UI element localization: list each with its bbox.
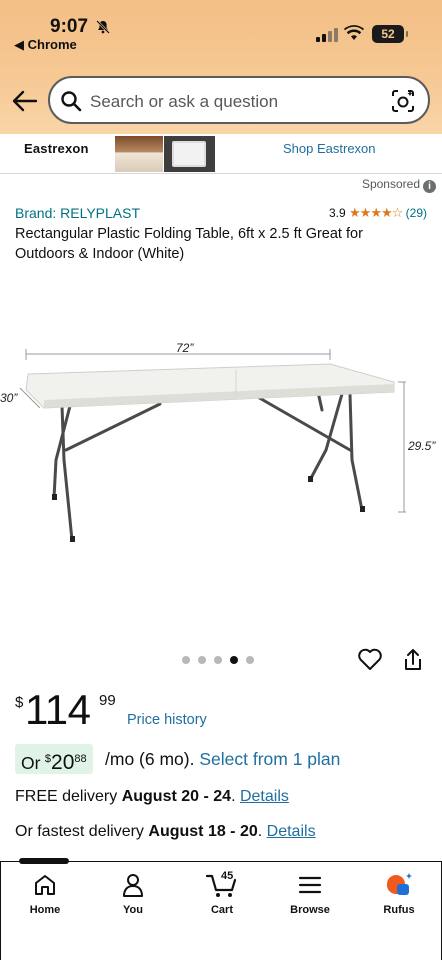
rufus-icon	[386, 873, 412, 895]
status-bar: 9:07 ◀ Chrome 52	[0, 0, 442, 56]
monthly-price-badge: Or $2088	[15, 744, 93, 774]
battery-indicator: 52	[372, 25, 408, 43]
delivery-details-link[interactable]: Details	[240, 788, 289, 805]
heart-icon[interactable]	[357, 647, 383, 671]
rating-summary[interactable]: 3.9 ★★★★☆ (29)	[329, 205, 427, 221]
fastest-delivery-info: Or fastest delivery August 18 - 20. Deta…	[15, 823, 316, 840]
back-to-chrome[interactable]: ◀ Chrome	[14, 37, 77, 53]
sponsored-label[interactable]: Sponsored i	[362, 177, 436, 193]
brand-thumbnail-product	[164, 136, 215, 172]
tab-rufus[interactable]: Rufus	[359, 872, 439, 916]
status-time: 9:07	[50, 16, 89, 37]
fastest-details-link[interactable]: Details	[267, 823, 316, 840]
tab-home[interactable]: Home	[5, 872, 85, 916]
bottom-tab-bar: Home You 45 Cart Browse Rufus	[0, 858, 442, 960]
info-icon[interactable]: i	[423, 180, 436, 193]
dimension-height: 29.5”	[407, 439, 436, 453]
rating-value: 3.9	[329, 206, 346, 220]
tab-browse[interactable]: Browse	[270, 872, 350, 916]
brand-logo: Eastrexon	[24, 141, 89, 156]
select-plan-link[interactable]: Select from 1 plan	[199, 749, 340, 769]
share-icon[interactable]	[402, 648, 424, 672]
back-arrow-icon[interactable]	[10, 88, 38, 114]
bell-muted-icon	[96, 20, 110, 34]
carousel-dot[interactable]	[182, 656, 190, 664]
delivery-info: FREE delivery August 20 - 24. Details	[15, 788, 289, 805]
dimension-length: 72”	[176, 341, 194, 355]
tab-cart[interactable]: 45 Cart	[182, 870, 262, 916]
carousel-dot[interactable]	[198, 656, 206, 664]
wifi-icon	[344, 25, 364, 40]
price-fraction: 99	[99, 692, 116, 709]
star-rating-icon: ★★★★☆	[349, 205, 403, 220]
search-icon	[61, 91, 82, 112]
review-count[interactable]: (29)	[406, 206, 427, 220]
product-title: Rectangular Plastic Folding Table, 6ft x…	[15, 226, 363, 262]
dimension-width: 30”	[0, 391, 18, 405]
cart-count: 45	[221, 870, 234, 882]
person-icon	[123, 874, 143, 897]
brand-link[interactable]: Brand: RELYPLAST	[15, 205, 140, 221]
tab-you[interactable]: You	[93, 872, 173, 916]
menu-icon	[298, 876, 322, 894]
carousel-dot[interactable]	[246, 656, 254, 664]
search-placeholder[interactable]: Search or ask a question	[90, 92, 278, 112]
price-history-link[interactable]: Price history	[127, 712, 207, 728]
product-image[interactable]: 72” 30” 29.5”	[0, 330, 442, 550]
brand-thumbnail-room	[115, 136, 163, 172]
camera-lens-icon[interactable]	[390, 88, 416, 114]
price-whole: 114	[25, 686, 91, 733]
floating-handle	[19, 858, 69, 864]
cellular-signal-icon	[316, 28, 338, 42]
shop-brand-link[interactable]: Shop Eastrexon	[283, 141, 376, 156]
sponsored-brand-banner[interactable]: Eastrexon Shop Eastrexon	[0, 134, 442, 174]
search-bar[interactable]: Search or ask a question	[48, 76, 430, 124]
carousel-dot-active[interactable]	[230, 656, 238, 664]
home-icon	[35, 875, 55, 895]
image-carousel-dots[interactable]	[182, 656, 254, 664]
monthly-plan-text: /mo (6 mo). Select from 1 plan	[105, 749, 341, 769]
carousel-dot[interactable]	[214, 656, 222, 664]
price-currency: $	[15, 694, 24, 711]
